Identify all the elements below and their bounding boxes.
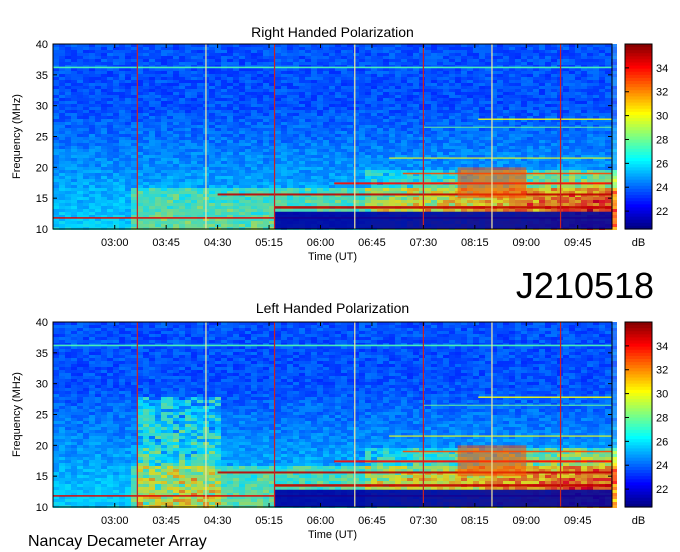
x-tick-label: 04:30 — [204, 237, 232, 249]
x-tick-label: 03:45 — [152, 237, 180, 249]
x-tick-label: 07:30 — [410, 237, 438, 249]
y-tick-label: 25 — [36, 410, 48, 422]
y-axis-label: Frequency (MHz) — [11, 94, 23, 179]
colorbar-tick-label: 32 — [656, 87, 668, 99]
y-tick-label: 25 — [36, 132, 48, 144]
x-tick-label: 07:30 — [410, 515, 438, 527]
y-tick-label: 10 — [36, 502, 48, 514]
colorbar-tick-label: 32 — [656, 365, 668, 377]
x-tick-label: 03:00 — [101, 515, 129, 527]
colorbar: 22 24 26 28 30 32 34 dB — [624, 321, 668, 527]
y-tick-label: 40 — [36, 39, 48, 51]
y-tick-label: 30 — [36, 379, 48, 391]
x-tick-label: 03:45 — [152, 515, 180, 527]
colorbar-tick-label: 22 — [656, 206, 668, 218]
colorbar-tick-label: 24 — [656, 460, 668, 472]
x-tick-label: 03:00 — [101, 237, 129, 249]
colorbar-tick-label: 22 — [656, 484, 668, 496]
y-tick-label: 30 — [36, 101, 48, 113]
colorbar-unit-label: dB — [632, 515, 645, 527]
colorbar-tick-label: 34 — [656, 63, 668, 75]
colorbar-unit-label: dB — [632, 237, 645, 249]
colorbar-tick-label: 34 — [656, 341, 668, 353]
y-tick-label: 20 — [36, 440, 48, 452]
y-tick-label: 35 — [36, 70, 48, 82]
x-tick-label: 06:00 — [307, 237, 335, 249]
y-axis-label: Frequency (MHz) — [11, 372, 23, 457]
x-tick-label: 08:15 — [461, 515, 489, 527]
x-tick-label: 06:45 — [358, 237, 386, 249]
y-tick-label: 15 — [36, 193, 48, 205]
x-tick-label: 04:30 — [204, 515, 232, 527]
footer-label: Nancay Decameter Array — [28, 533, 207, 550]
x-axis-label: Time (UT) — [308, 251, 357, 263]
panel-title: Right Handed Polarization — [251, 24, 414, 40]
y-tick-label: 20 — [36, 162, 48, 174]
x-tick-label: 06:00 — [307, 515, 335, 527]
figure: Right Handed Polarization 03:00 03:45 04:30… — [11, 24, 668, 550]
y-tick-label: 40 — [36, 317, 48, 329]
observation-id-label: J210518 — [516, 265, 654, 306]
x-tick-label: 09:45 — [564, 237, 592, 249]
x-tick-label: 05:15 — [255, 237, 283, 249]
y-tick-label: 15 — [36, 471, 48, 483]
colorbar-tick-label: 26 — [656, 436, 668, 448]
y-tick-label: 35 — [36, 348, 48, 360]
x-tick-label: 09:00 — [512, 237, 540, 249]
colorbar-tick-label: 26 — [656, 158, 668, 170]
colorbar-tick-label: 30 — [656, 389, 668, 401]
colorbar-tick-label: 28 — [656, 134, 668, 146]
colorbar-tick-label: 28 — [656, 412, 668, 424]
right-polarization-panel: Right Handed Polarization 03:00 03:45 04:30… — [11, 24, 668, 263]
x-tick-label: 09:00 — [512, 515, 540, 527]
x-tick-label: 05:15 — [255, 515, 283, 527]
left-polarization-panel: Left Handed Polarization 03:00 03:45 04:30 0… — [11, 300, 668, 541]
x-tick-label: 06:45 — [358, 515, 386, 527]
colorbar-tick-label: 30 — [656, 111, 668, 123]
colorbar-tick-label: 24 — [656, 182, 668, 194]
panel-title: Left Handed Polarization — [256, 300, 409, 316]
colorbar: 22 24 26 28 30 32 34 dB — [624, 43, 668, 249]
x-axis-label: Time (UT) — [308, 529, 357, 541]
x-tick-label: 08:15 — [461, 237, 489, 249]
y-tick-label: 10 — [36, 224, 48, 236]
x-tick-label: 09:45 — [564, 515, 592, 527]
